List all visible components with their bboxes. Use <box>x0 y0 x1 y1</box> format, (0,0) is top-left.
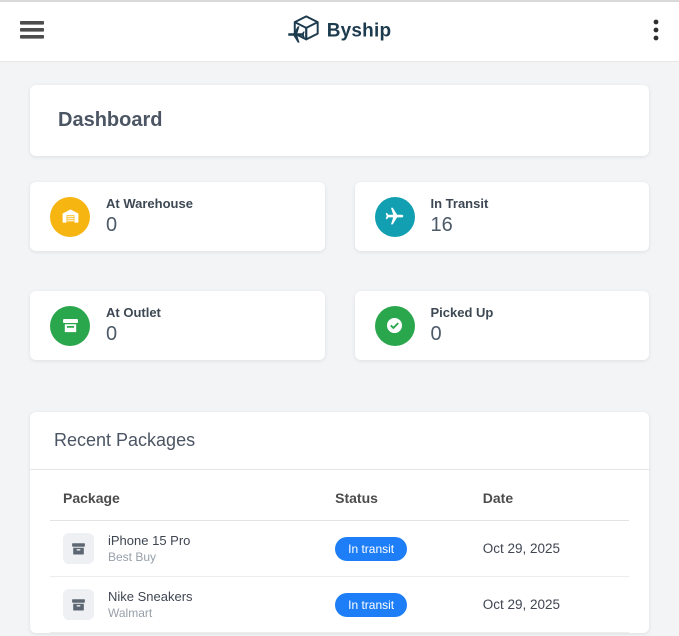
stat-value: 0 <box>106 214 118 236</box>
package-text: Nike Sneakers Walmart <box>108 589 193 620</box>
recent-packages-title: Recent Packages <box>54 430 196 450</box>
stat-label: Picked Up <box>430 305 494 320</box>
status-badge: In transit <box>335 536 408 561</box>
recent-packages-card: Recent Packages Package Status Date iPho… <box>30 412 649 633</box>
package-merchant: Best Buy <box>108 550 157 564</box>
stat-text: At Outlet 0 <box>106 305 161 346</box>
status-badge: In transit <box>335 592 408 617</box>
status-cell: In transit <box>322 581 470 629</box>
package-name: Nike Sneakers <box>108 589 193 604</box>
kebab-icon <box>653 19 659 44</box>
stat-card-at-outlet[interactable]: At Outlet 0 <box>30 291 325 360</box>
hamburger-menu-button[interactable] <box>16 16 49 47</box>
more-options-button[interactable] <box>649 15 663 48</box>
stat-label: In Transit <box>430 196 489 211</box>
plane-icon <box>374 196 415 237</box>
packages-table: Package Status Date iPhone 15 Pro Best B… <box>50 490 629 633</box>
package-text: iPhone 15 Pro Best Buy <box>108 533 190 564</box>
column-header-status: Status <box>335 490 378 506</box>
table-row[interactable]: Nike Sneakers Walmart In transit Oct 29,… <box>50 577 629 633</box>
date-cell: Oct 29, 2025 <box>482 541 561 556</box>
recent-packages-body: Package Status Date iPhone 15 Pro Best B… <box>30 470 649 633</box>
package-name: iPhone 15 Pro <box>108 533 191 548</box>
dashboard-title-card: Dashboard <box>30 85 649 156</box>
stat-text: In Transit 16 <box>431 196 489 237</box>
byship-box-plane-icon <box>286 12 324 51</box>
table-row[interactable]: iPhone 15 Pro Best Buy In transit Oct 29… <box>50 521 629 577</box>
stat-card-picked-up[interactable]: Picked Up 0 <box>354 291 649 360</box>
stat-value: 0 <box>430 323 442 345</box>
table-header-row: Package Status Date <box>50 490 629 521</box>
stat-value: 16 <box>430 214 453 236</box>
main-content: Dashboard At Warehouse 0 In Transit 16 A… <box>0 85 679 633</box>
package-cell: iPhone 15 Pro Best Buy <box>50 521 322 576</box>
warehouse-icon <box>50 196 90 237</box>
stat-card-in-transit[interactable]: In Transit 16 <box>354 182 649 251</box>
check-circle-icon <box>374 305 415 346</box>
package-box-icon <box>63 589 94 620</box>
stat-text: Picked Up 0 <box>431 305 494 346</box>
stat-label: At Outlet <box>106 305 161 320</box>
column-header-package: Package <box>63 490 120 506</box>
page-title: Dashboard <box>58 109 163 131</box>
stats-grid: At Warehouse 0 In Transit 16 At Outlet 0… <box>30 182 649 360</box>
package-cell: Nike Sneakers Walmart <box>50 577 322 632</box>
stat-card-at-warehouse[interactable]: At Warehouse 0 <box>30 182 325 251</box>
package-merchant: Walmart <box>108 606 153 620</box>
recent-packages-header: Recent Packages <box>30 412 649 470</box>
stat-label: At Warehouse <box>106 196 193 211</box>
brand-logo: Byship <box>286 12 392 51</box>
store-icon <box>50 305 90 346</box>
brand-name: Byship <box>326 20 392 42</box>
column-header-date: Date <box>482 490 514 506</box>
hamburger-icon <box>20 20 45 43</box>
status-cell: In transit <box>322 525 470 573</box>
package-box-icon <box>63 533 94 564</box>
stat-text: At Warehouse 0 <box>106 196 193 237</box>
date-cell: Oct 29, 2025 <box>482 597 561 612</box>
stat-value: 0 <box>106 323 118 345</box>
app-header: Byship <box>0 2 679 62</box>
